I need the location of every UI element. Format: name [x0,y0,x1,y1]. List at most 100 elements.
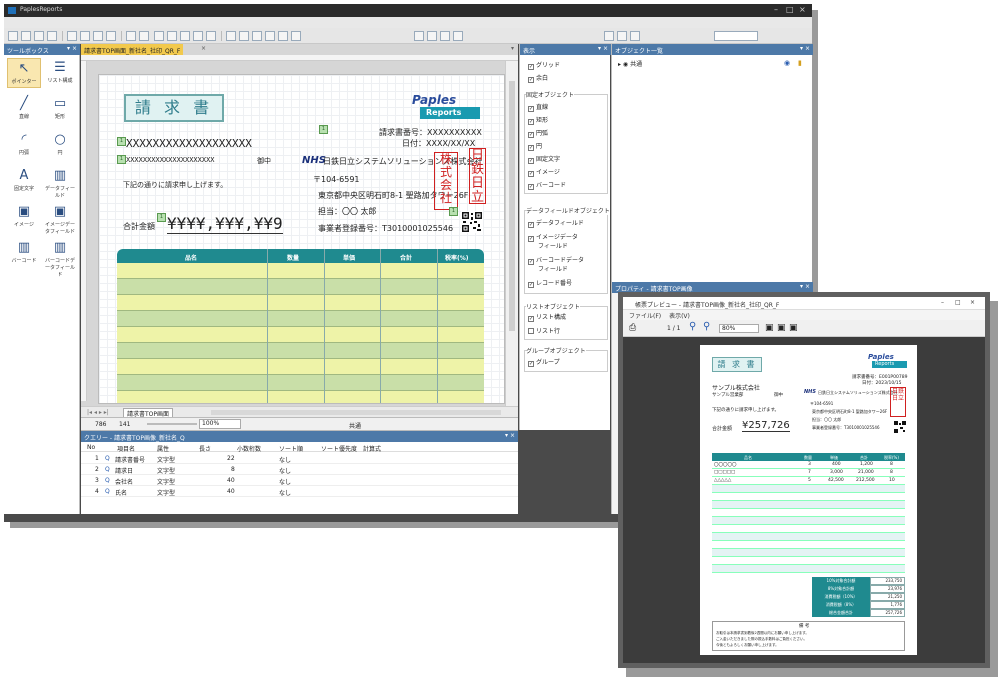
tool-barcode-datafield[interactable]: ▥ バーコードデータフィールド [43,238,77,279]
margin-checkbox[interactable]: ✓ 余白 [528,73,548,83]
menu-view[interactable]: 表示(V) [669,313,690,320]
invoice-title[interactable]: 請 求 書 [124,94,224,122]
print-icon[interactable] [47,31,57,41]
tool-barcode[interactable]: ▥ バーコード [7,238,41,268]
align-top-icon[interactable] [193,31,203,41]
undo-icon[interactable] [126,31,136,41]
horizontal-scrollbar[interactable] [211,410,501,415]
font-icon[interactable] [630,31,640,41]
document-tab[interactable]: 請求書TOP画面_新社名_社印_QR_F [81,44,184,55]
menu-file[interactable]: ファイル(F) [629,313,661,320]
tree-item-common[interactable]: ▸ ◉ 共通 [618,59,642,68]
fit-page-icon[interactable]: ▣ [765,323,774,333]
same-width-icon[interactable] [226,31,236,41]
report-canvas[interactable]: 請 求 書 Paples Reports 1 XXXXXXXXXXXXXXXXX… [98,74,505,404]
company-stamp-left[interactable]: 株式会社 [434,152,458,210]
tool-datafield[interactable]: ▥ データフィールド [43,166,77,200]
query-row[interactable]: 3Q 会社名 文字型 40 なし [81,475,518,486]
paples-logo[interactable]: Paples Reports [402,93,482,121]
line-checkbox[interactable]: ✓ 直線 [528,102,548,112]
spacing-icon[interactable] [453,31,463,41]
recipient-sub-field[interactable]: XXXXXXXXXXXXXXXXXXXXX [126,156,215,164]
spacing-icon[interactable] [414,31,424,41]
save-icon[interactable] [34,31,44,41]
zoom-select[interactable]: 80% [719,324,759,333]
cut-icon[interactable] [80,31,90,41]
zoom-slider[interactable] [147,423,197,425]
circle-checkbox[interactable]: ✓ 円 [528,141,542,151]
close-button[interactable]: × [799,5,806,14]
tool-rectangle[interactable]: ▭ 矩形 [43,94,77,124]
grid-checkbox[interactable]: ✓ グリッド [528,60,560,70]
vertical-scrollbar[interactable] [505,61,518,406]
same-height-icon[interactable] [239,31,249,41]
actual-size-icon[interactable]: ▣ [789,323,798,333]
tool-line[interactable]: ╱ 直線 [7,94,41,124]
tool-text[interactable]: A 固定文字 [7,166,41,196]
registration-number[interactable]: 事業者登録番号：T3010001025546 [318,223,453,234]
fit-width-icon[interactable]: ▣ [777,323,786,333]
invoice-number[interactable]: 請求書番号：XXXXXXXXXX [379,127,482,138]
table-row[interactable] [117,327,484,343]
align-left-icon[interactable] [154,31,164,41]
pin-icon[interactable]: ▾ ⨯ [505,432,515,439]
table-row[interactable] [117,375,484,391]
rect-checkbox[interactable]: ✓ 矩形 [528,115,548,125]
postal-code[interactable]: 〒104-6591 [313,174,360,185]
query-row[interactable]: 2Q 請求日 文字型 8 なし [81,464,518,475]
table-row[interactable] [117,391,484,403]
preview-icon[interactable] [67,31,77,41]
sheet-nav-icon[interactable]: |◂ ◂ ▸ ▸| [87,409,109,416]
recipient-field[interactable]: XXXXXXXXXXXXXXXXXXX [126,137,252,150]
invoice-date[interactable]: 日付：XXXX/XX/XX [402,138,475,149]
align-right-icon[interactable] [180,31,190,41]
tool-pointer[interactable]: ↖ ポインター [7,58,41,88]
copy-icon[interactable] [93,31,103,41]
minimize-button[interactable]: – [774,5,778,14]
table-row[interactable] [117,343,484,359]
zoom-out-icon[interactable]: ⚲ [703,321,710,332]
font-size-select[interactable] [714,31,758,41]
company-stamp-right[interactable]: 日鉄日立 [469,148,486,205]
qr-code[interactable] [461,211,483,233]
group-checkbox[interactable]: ✓ グループ [528,357,560,367]
pin-icon[interactable]: ▾ ⨯ [800,283,810,290]
zoom-in-icon[interactable] [604,31,614,41]
zoom-in-icon[interactable]: ⚲ [689,321,696,332]
paste-icon[interactable] [106,31,116,41]
close-button[interactable]: × [970,299,975,306]
greeting-text[interactable]: 下記の通りに請求申し上げます。 [123,180,227,190]
record-number-checkbox[interactable]: ✓ レコード番号 [528,278,572,288]
table-row[interactable] [117,263,484,279]
lock-icon[interactable]: ▮ [798,59,802,67]
person-in-charge[interactable]: 担当：〇〇 太郎 [318,206,377,217]
tool-image[interactable]: ▣ イメージ [7,202,41,232]
tool-image-datafield[interactable]: ▣ イメージデータフィールド [43,202,77,236]
list-structure-checkbox[interactable]: ✓ リスト構成 [528,312,566,322]
spacing-icon[interactable] [427,31,437,41]
print-icon[interactable]: ⎙ [629,323,636,333]
honorific[interactable]: 御中 [257,156,271,166]
pin-icon[interactable]: ▾ ⨯ [67,45,77,52]
list-row-checkbox[interactable]: リスト行 [528,326,560,335]
grid-icon[interactable] [265,31,275,41]
barcode-checkbox[interactable]: ✓ バーコード [528,180,566,190]
minimize-button[interactable]: – [941,299,944,306]
tool-arc[interactable]: ◜ 円弧 [7,130,41,160]
pin-icon[interactable]: ▾ ⨯ [598,45,608,52]
total-label[interactable]: 合計金額 [123,221,155,232]
arc-checkbox[interactable]: ✓ 円弧 [528,128,548,138]
total-value[interactable]: ¥¥¥¥,¥¥¥,¥¥9 [167,214,283,234]
spacing-icon[interactable] [440,31,450,41]
company-name[interactable]: 日鉄日立システムソリューションズ株式会社 [323,156,482,167]
text-checkbox[interactable]: ✓ 固定文字 [528,154,560,164]
close-tab-icon[interactable]: × [201,45,206,52]
tool-list[interactable]: ☰ リスト構成 [43,58,77,88]
query-row[interactable]: 1Q 請求書番号 文字型 22 なし [81,453,518,464]
align-center-icon[interactable] [167,31,177,41]
table-row[interactable] [117,279,484,295]
scroll-thumb[interactable] [509,81,515,331]
maximize-button[interactable]: □ [955,299,961,306]
maximize-button[interactable]: □ [786,5,794,14]
same-size-icon[interactable] [252,31,262,41]
